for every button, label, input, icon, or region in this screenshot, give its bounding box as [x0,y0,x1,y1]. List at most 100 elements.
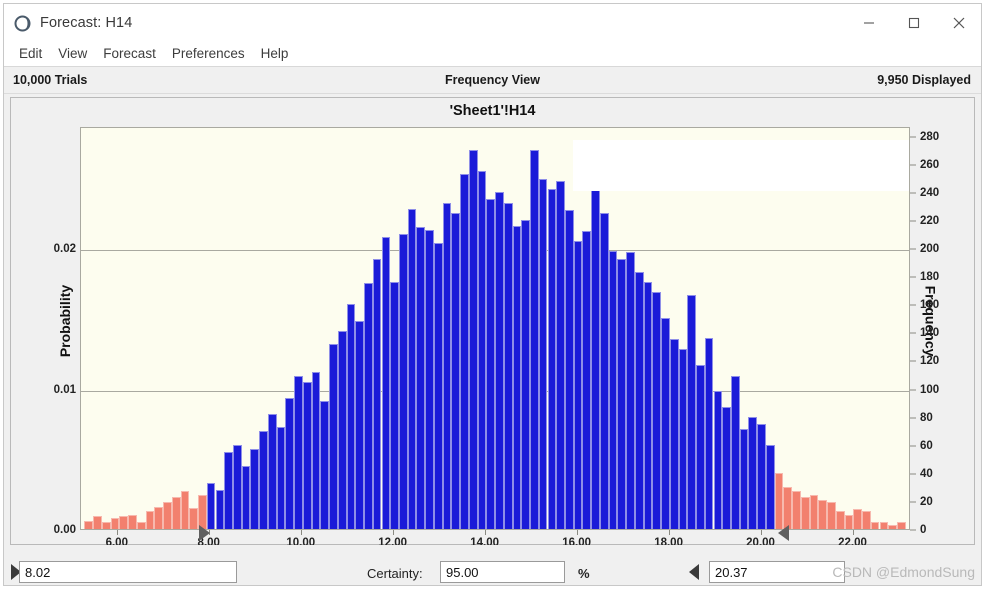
x-tick-mark [668,530,670,535]
histogram-bar [800,496,810,529]
y-tick-mark-right [910,304,916,306]
histogram-bar [163,502,172,529]
histogram-bar [835,510,845,529]
menu-bar: Edit View Forecast Preferences Help [4,42,981,67]
histogram-bar [329,343,338,529]
histogram-bar [267,413,277,529]
certainty-input[interactable]: 95.00 [440,561,565,583]
lower-bound-input[interactable]: 8.02 [19,561,237,583]
y-tick-mark-right [910,192,916,194]
view-mode-label: Frequency View [445,73,540,87]
y-tick-label-left: 0.00 [53,524,76,536]
y-tick-label-right: 240 [920,186,940,199]
histogram-bar [538,179,548,529]
histogram-bar [468,149,478,529]
y-tick-mark-right [910,529,916,531]
histogram-bar [215,489,225,529]
histogram-bar [407,208,417,529]
histogram-bar [687,294,697,529]
histogram-bar [879,521,889,529]
histogram-bar [818,499,828,529]
histogram-bar [101,521,111,529]
upper-bound-input[interactable]: 20.37 [709,561,845,583]
y-tick-label-right: 140 [920,327,940,340]
y-tick-label-right: 100 [920,383,940,396]
histogram-bar [433,242,443,529]
histogram-bar [110,517,120,529]
y-tick-label-left: 0.01 [53,383,76,396]
maximize-button[interactable] [891,4,936,42]
histogram-bar [198,495,207,529]
displayed-count: 9,950 Displayed [877,73,971,87]
y-tick-mark-right [910,220,916,222]
histogram-bar [224,451,233,529]
histogram-bar [302,381,312,529]
y-tick-label-right: 60 [920,439,933,452]
x-tick-mark [392,530,394,535]
histogram-bar [442,203,452,529]
histogram-bar [643,281,653,529]
histogram-bar [145,510,155,529]
histogram-bar [425,229,434,529]
histogram-bar [809,495,819,529]
menu-item-edit[interactable]: Edit [11,44,50,64]
y-tick-label-right: 80 [920,411,933,424]
histogram-bar [774,472,784,529]
lower-range-marker[interactable] [198,525,210,541]
minimize-button[interactable] [846,4,891,42]
histogram-bar [346,304,356,529]
histogram-bar [451,213,461,529]
percent-label: % [578,566,590,581]
histogram-bar [573,241,583,529]
histogram-bar [390,281,399,529]
histogram-bar [486,199,496,529]
histogram-bar [888,524,897,529]
y-tick-mark-right [910,417,916,419]
histogram-bar [634,272,644,529]
close-button[interactable] [936,4,981,42]
y-tick-label-right: 120 [920,355,940,368]
menu-item-preferences[interactable]: Preferences [164,44,253,64]
histogram-bar [232,444,242,529]
histogram-bar [189,507,199,529]
watermark-text: CSDN @EdmondSung [832,564,975,580]
y-tick-label-right: 0 [920,524,927,536]
histogram-bar [136,521,146,529]
chart-panel: 'Sheet1'!H14 Probability Frequency 0.00 0… [10,97,975,549]
window-controls [846,4,981,42]
histogram-bar [730,375,740,529]
y-tick-label-right: 20 [920,495,933,508]
forecast-window-app: Forecast: H14 Edit View Forecast Prefere… [0,0,987,589]
triangle-left-icon[interactable] [689,564,699,580]
certainty-label: Certainty: [367,566,423,581]
upper-range-marker[interactable] [777,525,789,541]
legend-box [573,140,909,191]
histogram-bar [477,170,487,529]
x-tick-mark [852,530,854,535]
window-title: Forecast: H14 [40,15,133,31]
histogram-bar [154,506,164,529]
histogram-bar [372,259,382,529]
y-tick-mark-right [910,501,916,503]
y-tick-mark-right [910,332,916,334]
menu-item-view[interactable]: View [50,44,95,64]
histogram-bar [739,429,749,529]
menu-item-forecast[interactable]: Forecast [95,44,164,64]
histogram-bar [696,364,705,529]
x-tick-mark [484,530,486,535]
histogram-bar [355,321,365,529]
menu-item-help[interactable]: Help [253,44,297,64]
x-tick-mark [760,530,762,535]
chart-title: 'Sheet1'!H14 [449,103,536,119]
histogram-bar [337,331,347,529]
y-tick-label-right: 200 [920,243,940,256]
histogram-bar [285,398,295,529]
histogram-bar [259,430,268,529]
x-tick-mark [116,530,118,535]
y-tick-mark-right [910,473,916,475]
histogram-bar [512,225,522,529]
histogram-bar [276,426,286,529]
histogram-bar [626,252,635,529]
histogram-bar [495,192,504,529]
histogram-bar [93,516,102,529]
